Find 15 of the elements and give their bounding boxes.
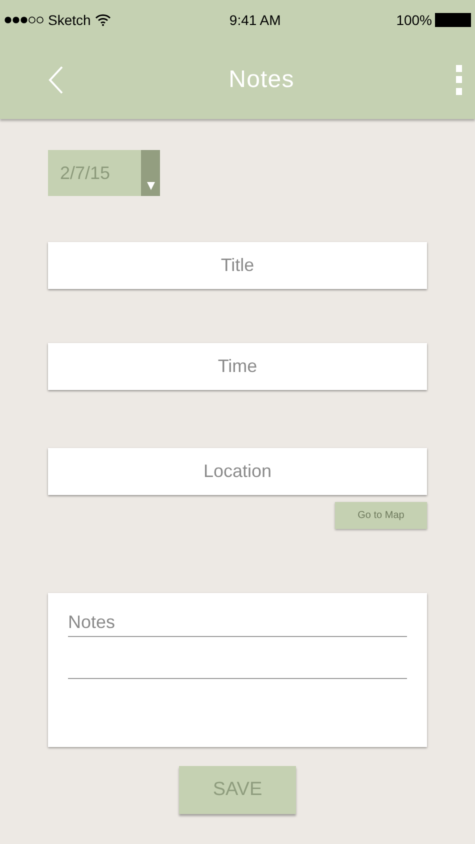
- text-input-field[interactable]: Location: [48, 448, 427, 495]
- date-picker[interactable]: 2/7/15: [48, 150, 160, 196]
- status-time: 9:41 AM: [229, 10, 281, 30]
- battery-icon: [435, 13, 471, 27]
- text-input-field[interactable]: Time: [48, 343, 427, 390]
- text-input-field[interactable]: Title: [48, 242, 427, 289]
- go-to-map-button[interactable]: Go to Map: [335, 502, 427, 529]
- dropdown-arrow-icon: [146, 182, 154, 190]
- notes-input-field[interactable]: Notes: [68, 609, 407, 637]
- signal-icon: [4, 16, 44, 24]
- more-menu-button[interactable]: [454, 64, 463, 94]
- battery-percent: 100%: [396, 10, 432, 30]
- screen-title: Notes: [228, 64, 294, 94]
- wifi-icon: [94, 14, 111, 26]
- carrier-name: Sketch: [48, 10, 91, 30]
